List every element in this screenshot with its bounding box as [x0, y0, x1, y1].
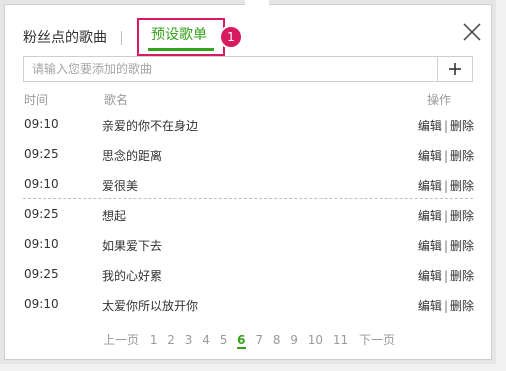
close-button[interactable]	[461, 21, 483, 43]
song-search-input[interactable]	[24, 57, 437, 81]
page-link[interactable]: 9	[290, 333, 298, 347]
row-song-name: 太爱你所以放开你	[102, 299, 199, 313]
page-link[interactable]: 3	[185, 333, 193, 347]
edit-link[interactable]: 编辑	[418, 239, 442, 253]
tab-fan-requested-songs[interactable]: 粉丝点的歌曲	[23, 28, 107, 48]
row-song-name: 思念的距离	[102, 149, 163, 163]
row-song-name: 亲爱的你不在身边	[102, 119, 199, 133]
edit-link[interactable]: 编辑	[418, 269, 442, 283]
table-row: 09:25 想起 编辑 | 删除	[23, 199, 474, 229]
edit-link[interactable]: 编辑	[418, 209, 442, 223]
edit-link[interactable]: 编辑	[418, 149, 442, 163]
delete-link[interactable]: 删除	[450, 119, 474, 133]
preset-playlist-dialog: 粉丝点的歌曲 预设歌单 1 时间 歌名 操作 09:10 亲爱的你不在身边	[4, 0, 493, 360]
next-page-link[interactable]: 下一页	[359, 331, 395, 348]
ops-separator: |	[443, 239, 448, 253]
table-row: 09:10 爱很美 编辑 | 删除	[23, 169, 474, 199]
edit-link[interactable]: 编辑	[418, 299, 442, 313]
delete-link[interactable]: 删除	[450, 299, 474, 313]
delete-link[interactable]: 删除	[450, 179, 474, 193]
header-operations: 操作	[426, 93, 451, 107]
table-row: 09:10 太爱你所以放开你 编辑 | 删除	[23, 289, 474, 319]
prev-page-link[interactable]: 上一页	[103, 331, 139, 348]
row-time: 09:10	[24, 237, 59, 251]
add-song-bar	[23, 56, 473, 82]
page-link[interactable]: 2	[167, 333, 175, 347]
header-time: 时间	[24, 93, 49, 107]
plus-icon	[449, 63, 461, 75]
page-link[interactable]: 8	[273, 333, 281, 347]
tab-preset-highlight-box: 预设歌单	[137, 18, 225, 56]
tab-preset-playlist[interactable]: 预设歌单	[151, 25, 207, 45]
row-time: 09:25	[24, 207, 59, 221]
row-time: 09:25	[24, 267, 59, 281]
song-table-header: 时间 歌名 操作	[23, 91, 473, 109]
page-link[interactable]: 10	[308, 333, 323, 347]
current-page[interactable]: 6	[237, 333, 246, 349]
table-row: 09:25 思念的距离 编辑 | 删除	[23, 139, 474, 169]
delete-link[interactable]: 删除	[450, 209, 474, 223]
tab-divider	[121, 31, 122, 45]
row-time: 09:10	[24, 297, 59, 311]
table-row: 09:10 如果爱下去 编辑 | 删除	[23, 229, 474, 259]
row-operations: 编辑 | 删除	[418, 147, 474, 164]
ops-separator: |	[443, 119, 448, 133]
page-link[interactable]: 4	[202, 333, 210, 347]
row-operations: 编辑 | 删除	[418, 207, 474, 224]
page-link[interactable]: 5	[220, 333, 228, 347]
page-link[interactable]: 7	[255, 333, 263, 347]
ops-separator: |	[443, 179, 448, 193]
step-badge: 1	[219, 25, 243, 49]
row-song-name: 如果爱下去	[102, 239, 163, 253]
ops-separator: |	[443, 299, 448, 313]
add-song-button[interactable]	[437, 57, 472, 81]
row-song-name: 我的心好累	[102, 269, 163, 283]
row-operations: 编辑 | 删除	[418, 297, 474, 314]
table-row: 09:10 亲爱的你不在身边 编辑 | 删除	[23, 109, 474, 139]
delete-link[interactable]: 删除	[450, 149, 474, 163]
row-time: 09:25	[24, 147, 59, 161]
row-operations: 编辑 | 删除	[418, 267, 474, 284]
ops-separator: |	[443, 209, 448, 223]
row-song-name: 爱很美	[102, 179, 139, 193]
close-icon	[463, 23, 481, 41]
tab-bar: 粉丝点的歌曲 预设歌单 1	[23, 18, 243, 56]
page-link[interactable]: 1	[150, 333, 158, 347]
table-row: 09:25 我的心好累 编辑 | 删除	[23, 259, 474, 289]
row-operations: 编辑 | 删除	[418, 177, 474, 194]
row-time: 09:10	[24, 177, 59, 191]
active-tab-underline	[148, 48, 214, 51]
row-operations: 编辑 | 删除	[418, 117, 474, 134]
ops-separator: |	[443, 269, 448, 283]
page-link[interactable]: 11	[333, 333, 348, 347]
delete-link[interactable]: 删除	[450, 239, 474, 253]
row-operations: 编辑 | 删除	[418, 237, 474, 254]
row-song-name: 想起	[102, 209, 127, 223]
song-list: 09:10 亲爱的你不在身边 编辑 | 删除 09:25 思念的距离 编辑 | 删除 0…	[23, 109, 474, 319]
pagination: 上一页 1 2 3 4 5 6 7 8 9 10 11 下一页	[5, 331, 493, 349]
header-song-name: 歌名	[104, 93, 129, 107]
top-notch	[245, 0, 269, 5]
delete-link[interactable]: 删除	[450, 269, 474, 283]
edit-link[interactable]: 编辑	[418, 179, 442, 193]
edit-link[interactable]: 编辑	[418, 119, 442, 133]
row-time: 09:10	[24, 117, 59, 131]
ops-separator: |	[443, 149, 448, 163]
